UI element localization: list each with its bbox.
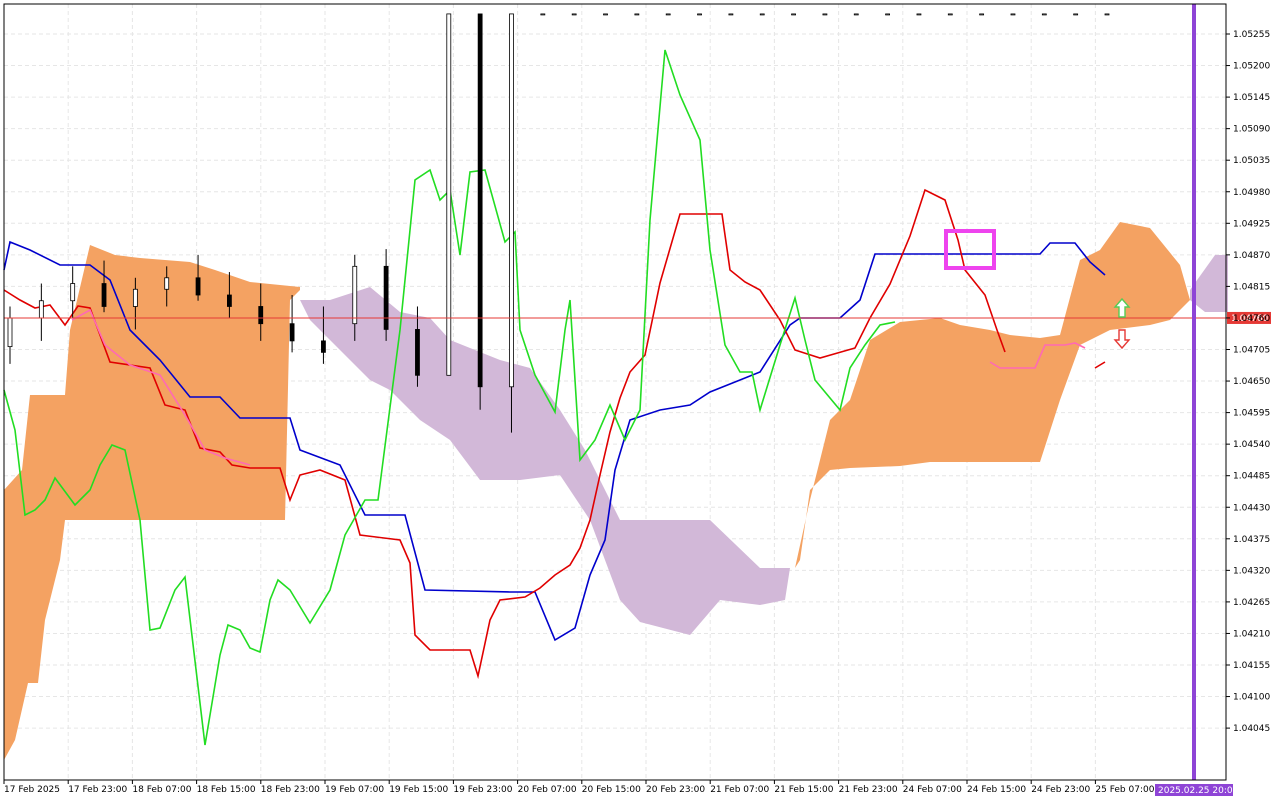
x-tick-label: 18 Feb 07:00 bbox=[132, 785, 191, 795]
candle-body bbox=[1010, 13, 1016, 16]
y-tick-label: 1.05090 bbox=[1233, 125, 1270, 135]
y-tick-label: 1.04925 bbox=[1233, 219, 1270, 229]
y-tick-label: 1.05145 bbox=[1233, 93, 1270, 103]
price-chart[interactable]: 1.04760 2025.02.25 20:00 1.05255 1.05200 1.… bbox=[0, 0, 1280, 800]
x-tick-label: 21 Feb 23:00 bbox=[839, 785, 898, 795]
y-tick-label: 1.04485 bbox=[1233, 472, 1270, 482]
arrow-down-icon bbox=[1113, 329, 1131, 350]
candle-body bbox=[7, 317, 13, 348]
candle-body bbox=[634, 13, 640, 16]
y-tick-label: 1.05200 bbox=[1233, 62, 1270, 72]
y-tick-label: 1.04375 bbox=[1233, 535, 1270, 545]
ichimoku-cloud bbox=[4, 222, 1228, 760]
y-tick-label: 1.04650 bbox=[1233, 377, 1270, 387]
candle-body bbox=[697, 13, 702, 16]
x-tick-label: 19 Feb 15:00 bbox=[389, 785, 448, 795]
candle-body bbox=[132, 288, 138, 307]
y-tick-label: 1.04980 bbox=[1233, 188, 1270, 198]
candle-body bbox=[665, 13, 671, 16]
candle-body bbox=[446, 13, 452, 376]
x-tick-label: 25 Feb 07:00 bbox=[1095, 785, 1154, 795]
x-tick-label: 19 Feb 07:00 bbox=[325, 785, 384, 795]
candle-body bbox=[571, 13, 577, 16]
y-tick-label: 1.04265 bbox=[1233, 598, 1270, 608]
y-tick-label: 1.04760 bbox=[1233, 314, 1270, 324]
candle-body bbox=[759, 13, 765, 16]
x-tick-label: 24 Feb 15:00 bbox=[967, 785, 1026, 795]
candle-body bbox=[1104, 13, 1110, 16]
candle-body bbox=[258, 306, 264, 325]
cloud-bull-2 bbox=[4, 520, 65, 760]
candle-body bbox=[352, 265, 358, 325]
cloud-bull-3 bbox=[795, 222, 1190, 568]
candle-body bbox=[822, 13, 828, 16]
candle-body bbox=[947, 13, 953, 16]
candle-body bbox=[164, 277, 170, 290]
tenkan-line-tail bbox=[1094, 361, 1106, 369]
candle-body bbox=[321, 340, 326, 353]
candle-body bbox=[477, 13, 483, 388]
x-tick-label: 24 Feb 07:00 bbox=[903, 785, 962, 795]
y-tick-label: 1.04320 bbox=[1233, 566, 1270, 576]
candle-body bbox=[226, 294, 232, 307]
x-tick-label: 20 Feb 15:00 bbox=[582, 785, 641, 795]
y-tick-label: 1.04815 bbox=[1233, 282, 1270, 292]
y-tick-label: 1.04155 bbox=[1233, 661, 1270, 671]
y-tick-label: 1.05035 bbox=[1233, 156, 1270, 166]
candle-body bbox=[1041, 13, 1047, 16]
candle-body bbox=[38, 300, 44, 319]
candle-body bbox=[101, 283, 107, 307]
y-tick-label: 1.04870 bbox=[1233, 251, 1270, 261]
time-marker-label: 2025.02.25 20:00 bbox=[1158, 786, 1239, 796]
candle-body bbox=[509, 13, 514, 388]
signal-box bbox=[944, 229, 996, 270]
x-tick-label: 18 Feb 23:00 bbox=[261, 785, 320, 795]
y-tick-label: 1.04595 bbox=[1233, 409, 1270, 419]
x-tick-label: 21 Feb 07:00 bbox=[710, 785, 769, 795]
candle-body bbox=[853, 13, 859, 16]
candle-body bbox=[415, 329, 420, 376]
candle-body bbox=[916, 13, 922, 16]
candle-body bbox=[1073, 13, 1079, 16]
y-tick-label: 1.04705 bbox=[1233, 346, 1270, 356]
y-tick-label: 1.04100 bbox=[1233, 693, 1270, 703]
x-tick-label: 21 Feb 15:00 bbox=[774, 785, 833, 795]
candle-body bbox=[383, 265, 389, 330]
y-tick-label: 1.04045 bbox=[1233, 724, 1270, 734]
candle-body bbox=[70, 283, 76, 302]
y-tick-label: 1.04430 bbox=[1233, 503, 1270, 513]
x-tick-label: 19 Feb 23:00 bbox=[453, 785, 512, 795]
candle-body bbox=[885, 13, 890, 16]
candle-body bbox=[289, 323, 295, 342]
x-tick-label: 17 Feb 2025 bbox=[4, 785, 60, 795]
candle-body bbox=[979, 13, 985, 16]
x-tick-label: 20 Feb 07:00 bbox=[518, 785, 577, 795]
candle-body bbox=[195, 277, 201, 296]
x-tick-label: 18 Feb 15:00 bbox=[197, 785, 256, 795]
candle-body bbox=[603, 13, 608, 16]
x-tick-label: 17 Feb 23:00 bbox=[68, 785, 127, 795]
x-tick-label: 24 Feb 23:00 bbox=[1031, 785, 1090, 795]
x-tick-label: 20 Feb 23:00 bbox=[646, 785, 705, 795]
candle-body bbox=[540, 13, 546, 16]
y-tick-label: 1.04540 bbox=[1233, 440, 1270, 450]
y-tick-label: 1.04210 bbox=[1233, 629, 1270, 639]
candle-body bbox=[728, 13, 734, 16]
candle-body bbox=[791, 13, 796, 16]
y-tick-label: 1.05255 bbox=[1233, 30, 1270, 40]
